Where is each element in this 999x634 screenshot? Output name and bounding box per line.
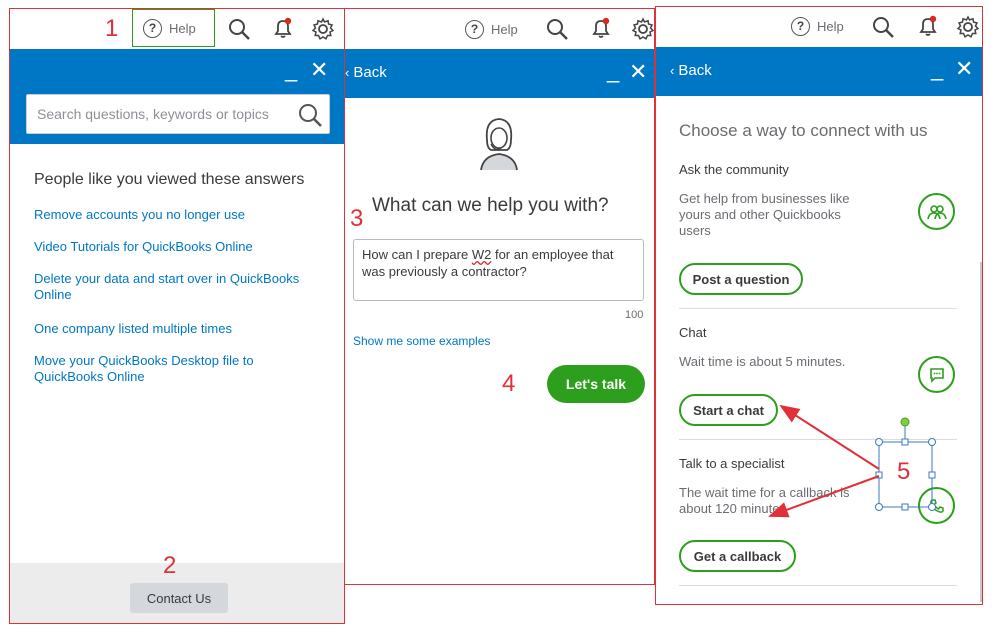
top-toolbar: ? Help (345, 9, 654, 49)
lets-talk-button[interactable]: Let's talk (547, 365, 645, 403)
specialist-text: The wait time for a callback is about 12… (679, 485, 850, 516)
start-chat-button[interactable]: Start a chat (679, 394, 778, 426)
callout-number: 5 (897, 458, 911, 485)
question-heading: What can we help you with? (372, 195, 609, 216)
answer-link[interactable]: Video Tutorials for QuickBooks Online (34, 239, 253, 255)
divider (679, 585, 957, 586)
search-icon[interactable] (227, 17, 251, 41)
help-icon: ? (143, 18, 162, 38)
back-button[interactable]: ‹ Back (345, 64, 387, 81)
search-icon[interactable] (297, 102, 323, 128)
agent-icon (480, 118, 518, 171)
community-icon[interactable] (918, 193, 955, 230)
close-icon[interactable]: ✕ (955, 58, 973, 80)
close-icon[interactable]: ✕ (310, 59, 328, 81)
community-title: Ask the community (679, 162, 789, 177)
question-text-misspelled: W2 (471, 247, 492, 262)
help-button[interactable]: ? Help (781, 7, 854, 45)
search-field[interactable] (26, 94, 330, 134)
scrollbar[interactable] (980, 262, 982, 602)
back-header: ‹ Back _ ✕ (656, 47, 982, 96)
chevron-left-icon: ‹ (345, 65, 350, 80)
answer-link[interactable]: Move your QuickBooks Desktop file to Qui… (34, 353, 279, 385)
bell-icon[interactable] (271, 16, 295, 40)
minimize-icon[interactable]: _ (285, 59, 297, 81)
divider (679, 308, 957, 309)
help-panel-question: ? Help ‹ Back _ ✕ What can we help you w… (344, 8, 655, 585)
help-label: Help (817, 18, 844, 34)
community-text: Get help from businesses like yours and … (679, 191, 850, 238)
answers-heading: People like you viewed these answers (34, 171, 305, 188)
minimize-icon[interactable]: _ (607, 60, 619, 82)
callout-number: 4 (502, 370, 516, 397)
callout-number: 2 (163, 552, 177, 579)
chat-title: Chat (679, 325, 707, 340)
help-icon: ? (791, 16, 810, 36)
answer-link[interactable]: One company listed multiple times (34, 321, 232, 337)
panel-footer: Contact Us (10, 563, 344, 623)
chat-text: Wait time is about 5 minutes. (679, 354, 846, 369)
help-icon: ? (465, 19, 484, 39)
callout-number: 3 (350, 205, 364, 232)
back-label: Back (678, 62, 712, 79)
top-toolbar: ? Help (10, 9, 344, 49)
search-icon[interactable] (545, 17, 569, 41)
back-header: ‹ Back _ ✕ (345, 49, 654, 98)
search-input[interactable] (37, 103, 287, 125)
show-examples-link[interactable]: Show me some examples (353, 333, 490, 349)
callout-number: 1 (105, 15, 119, 42)
connect-heading: Choose a way to connect with us (679, 121, 928, 140)
back-label: Back (353, 64, 387, 81)
question-textarea[interactable]: How can I prepare W2 for an employee tha… (353, 239, 644, 301)
help-panel-search: ? Help _ ✕ People like you viewed these … (9, 8, 345, 624)
answer-link[interactable]: Delete your data and start over in Quick… (34, 271, 319, 303)
help-button[interactable]: ? Help (455, 10, 528, 48)
close-icon[interactable]: ✕ (629, 61, 647, 83)
gear-icon[interactable] (311, 17, 335, 41)
contact-us-button[interactable]: Contact Us (130, 583, 228, 613)
phone-icon[interactable] (918, 487, 955, 524)
chat-icon[interactable] (918, 356, 955, 393)
bell-icon[interactable] (916, 14, 940, 38)
help-label: Help (491, 21, 518, 37)
specialist-title: Talk to a specialist (679, 456, 785, 471)
search-icon[interactable] (871, 15, 895, 39)
search-header: _ ✕ (10, 49, 344, 144)
top-toolbar: ? Help (656, 7, 982, 47)
get-callback-button[interactable]: Get a callback (679, 540, 796, 572)
help-label: Help (169, 20, 196, 36)
minimize-icon[interactable]: _ (931, 58, 943, 80)
bell-icon[interactable] (589, 16, 613, 40)
divider (679, 439, 957, 440)
chevron-left-icon: ‹ (670, 63, 675, 78)
back-button[interactable]: ‹ Back (670, 62, 712, 79)
gear-icon[interactable] (956, 15, 980, 39)
help-panel-connect: ? Help ‹ Back _ ✕ Choose a way to connec… (655, 6, 983, 605)
answer-link[interactable]: Remove accounts you no longer use (34, 207, 245, 223)
question-text: How can I prepare (362, 247, 472, 262)
help-button[interactable]: ? Help (132, 9, 215, 47)
char-count: 100 (625, 309, 644, 321)
post-question-button[interactable]: Post a question (679, 263, 803, 295)
gear-icon[interactable] (631, 17, 655, 41)
